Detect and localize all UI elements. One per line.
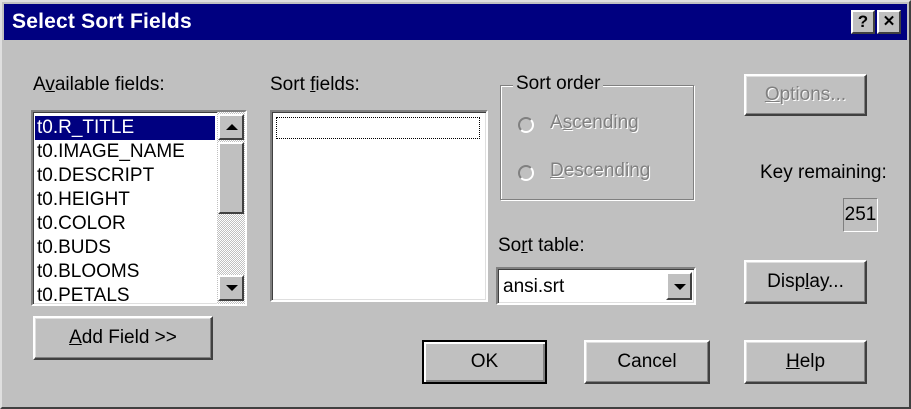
descending-radio[interactable] bbox=[518, 165, 534, 181]
sort-table-label: Sort table: bbox=[498, 235, 585, 256]
list-item[interactable]: t0.BLOOMS bbox=[35, 260, 215, 284]
focus-rectangle bbox=[276, 117, 480, 139]
add-field-button[interactable]: Add Field >> bbox=[33, 316, 213, 360]
chevron-down-icon bbox=[674, 284, 686, 290]
arrow-up-icon bbox=[226, 124, 238, 130]
options-button[interactable]: Options... bbox=[744, 74, 867, 116]
close-button[interactable]: ✕ bbox=[877, 10, 901, 34]
ascending-label: Ascending bbox=[550, 112, 639, 133]
key-remaining-label: Key remaining: bbox=[760, 162, 887, 183]
sort-order-group bbox=[500, 85, 694, 200]
help-title-button[interactable]: ? bbox=[851, 10, 875, 34]
scroll-up-button[interactable] bbox=[218, 114, 244, 140]
ascending-radio[interactable] bbox=[518, 117, 534, 133]
sort-fields-list[interactable] bbox=[270, 110, 488, 302]
sort-fields-label: Sort fields: bbox=[270, 74, 360, 95]
descending-label: Descending bbox=[550, 160, 651, 181]
list-item[interactable]: t0.PETALS bbox=[35, 284, 215, 304]
scroll-thumb[interactable] bbox=[218, 142, 244, 214]
select-sort-fields-dialog: Select Sort Fields ? ✕ Available fields:… bbox=[0, 0, 911, 409]
title-bar[interactable]: Select Sort Fields ? ✕ bbox=[4, 4, 907, 40]
sort-order-label: Sort order bbox=[513, 73, 604, 95]
dropdown-button[interactable] bbox=[666, 272, 692, 300]
list-item[interactable]: t0.HEIGHT bbox=[35, 188, 215, 212]
sort-table-value: ansi.srt bbox=[503, 276, 565, 297]
scroll-down-button[interactable] bbox=[218, 275, 244, 301]
available-fields-label: Available fields: bbox=[33, 74, 165, 95]
question-icon: ? bbox=[857, 12, 869, 31]
list-item[interactable]: t0.DESCRIPT bbox=[35, 164, 215, 188]
list-item[interactable]: t0.R_TITLE bbox=[35, 116, 215, 140]
available-fields-list[interactable]: t0.R_TITLE t0.IMAGE_NAME t0.DESCRIPT t0.… bbox=[31, 110, 247, 306]
close-icon: ✕ bbox=[882, 13, 896, 30]
list-item[interactable]: t0.COLOR bbox=[35, 212, 215, 236]
cancel-button[interactable]: Cancel bbox=[584, 340, 710, 384]
window-title: Select Sort Fields bbox=[12, 10, 192, 33]
help-button[interactable]: Help bbox=[744, 340, 867, 384]
ok-button[interactable]: OK bbox=[422, 340, 547, 384]
arrow-down-icon bbox=[226, 285, 238, 291]
sort-table-select[interactable]: ansi.srt bbox=[496, 267, 696, 305]
list-item[interactable]: t0.BUDS bbox=[35, 236, 215, 260]
key-remaining-value: 251 bbox=[843, 198, 878, 232]
list-item[interactable]: t0.IMAGE_NAME bbox=[35, 140, 215, 164]
display-button[interactable]: Disp l ay... bbox=[744, 260, 867, 304]
